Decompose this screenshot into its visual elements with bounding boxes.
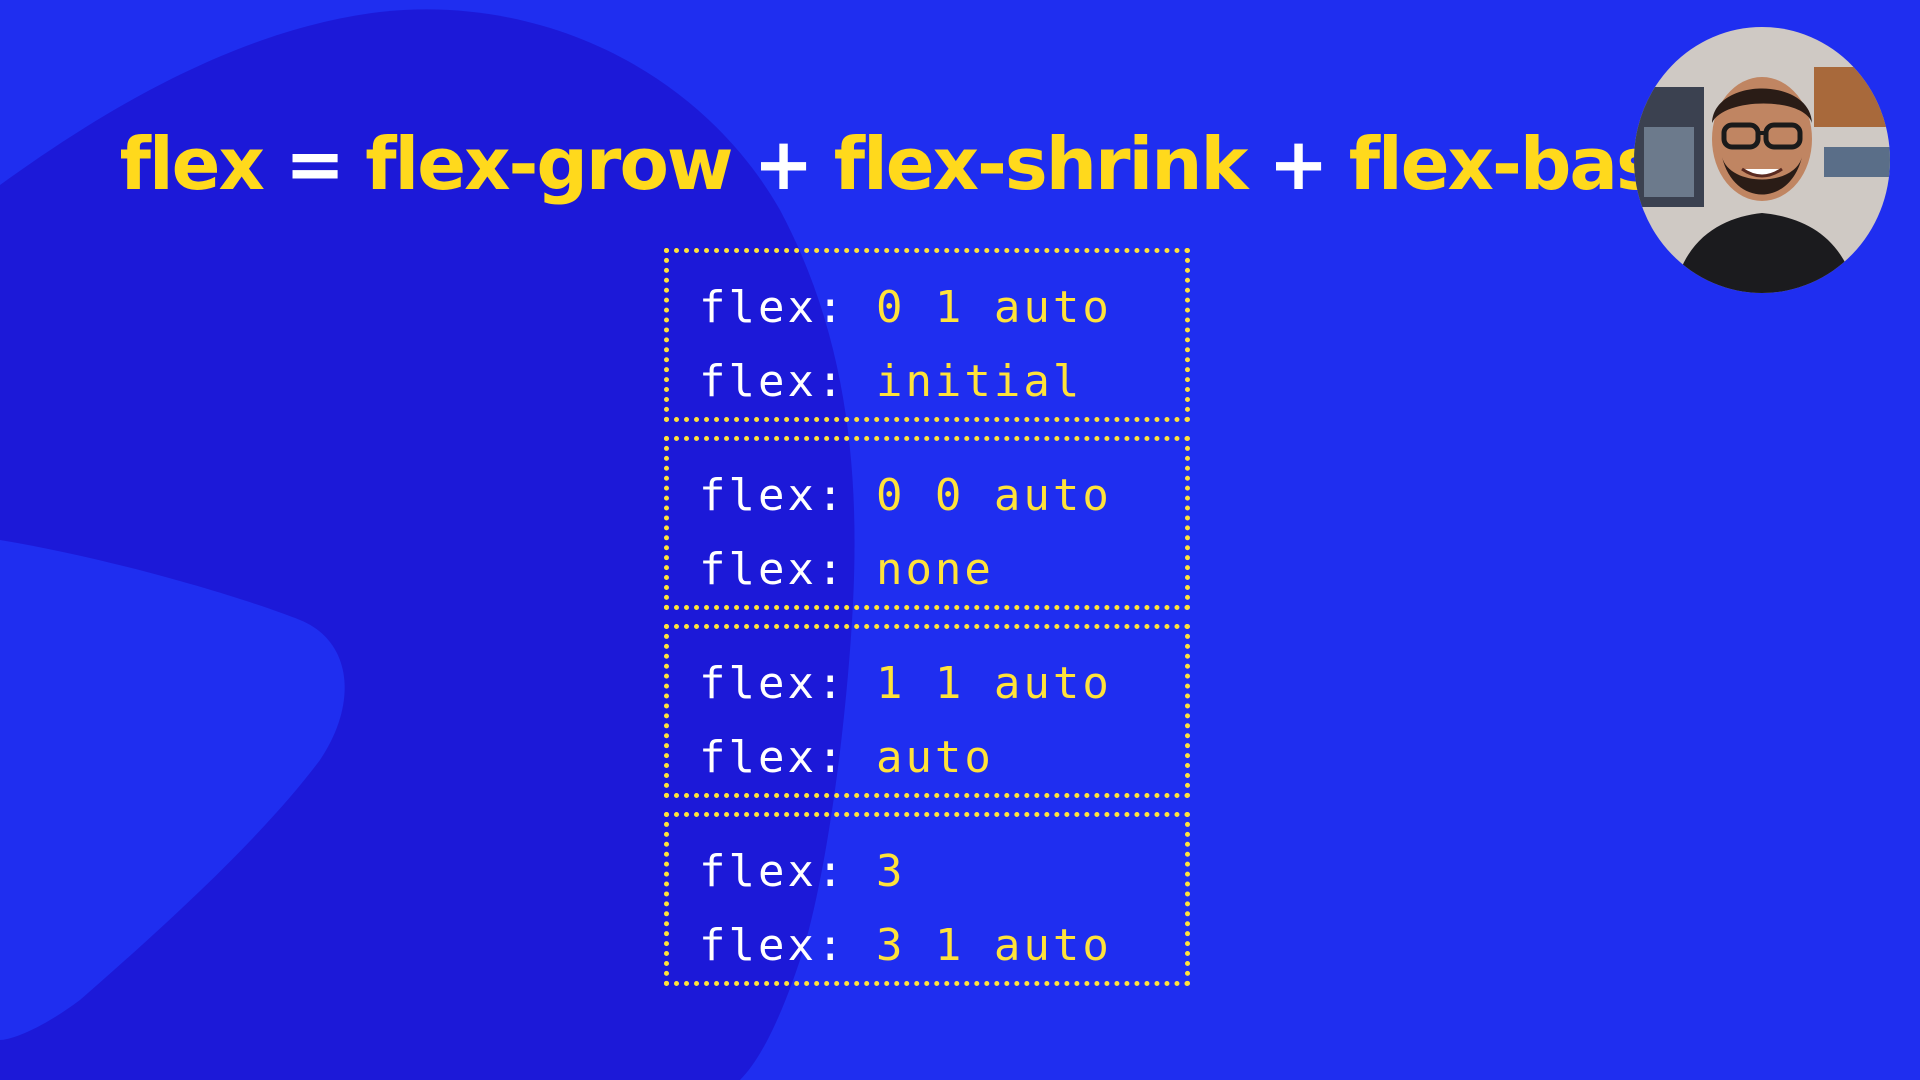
code-line: flex: 1 1 auto [699, 647, 1185, 721]
code-value: initial [875, 356, 1083, 407]
code-property: flex: [699, 544, 847, 595]
code-property: flex: [699, 732, 847, 783]
formula-title: flex = flex-grow + flex-shrink + flex-ba… [0, 128, 1880, 200]
code-value: 0 0 auto [875, 470, 1112, 521]
code-line: flex: none [699, 533, 1185, 607]
code-property: flex: [699, 470, 847, 521]
code-value: 3 [875, 846, 906, 897]
title-equals: = [284, 122, 345, 206]
code-property: flex: [699, 658, 847, 709]
code-box-none: flex: 0 0 auto flex: none [664, 436, 1190, 610]
title-flex: flex [119, 122, 265, 206]
code-value: 0 1 auto [875, 282, 1112, 333]
title-plus-2: + [1268, 122, 1328, 206]
code-line: flex: 3 1 auto [699, 909, 1185, 983]
code-box-number: flex: 3 flex: 3 1 auto [664, 812, 1190, 986]
code-line: flex: 0 1 auto [699, 271, 1185, 345]
code-line: flex: auto [699, 721, 1185, 795]
title-flex-shrink: flex-shrink [833, 122, 1249, 206]
code-line: flex: 3 [699, 835, 1185, 909]
code-box-initial: flex: 0 1 auto flex: initial [664, 248, 1190, 422]
code-property: flex: [699, 356, 847, 407]
code-property: flex: [699, 282, 847, 333]
title-flex-grow: flex-grow [365, 122, 733, 206]
code-box-auto: flex: 1 1 auto flex: auto [664, 624, 1190, 798]
title-plus-1: + [753, 122, 813, 206]
presenter-avatar-icon [1634, 27, 1890, 293]
code-line: flex: 0 0 auto [699, 459, 1185, 533]
code-value: 3 1 auto [875, 920, 1112, 971]
code-value: none [875, 544, 994, 595]
flex-shorthand-examples: flex: 0 1 auto flex: initial flex: 0 0 a… [664, 248, 1190, 1000]
code-property: flex: [699, 846, 847, 897]
code-value: 1 1 auto [875, 658, 1112, 709]
code-line: flex: initial [699, 345, 1185, 419]
code-value: auto [875, 732, 994, 783]
code-property: flex: [699, 920, 847, 971]
